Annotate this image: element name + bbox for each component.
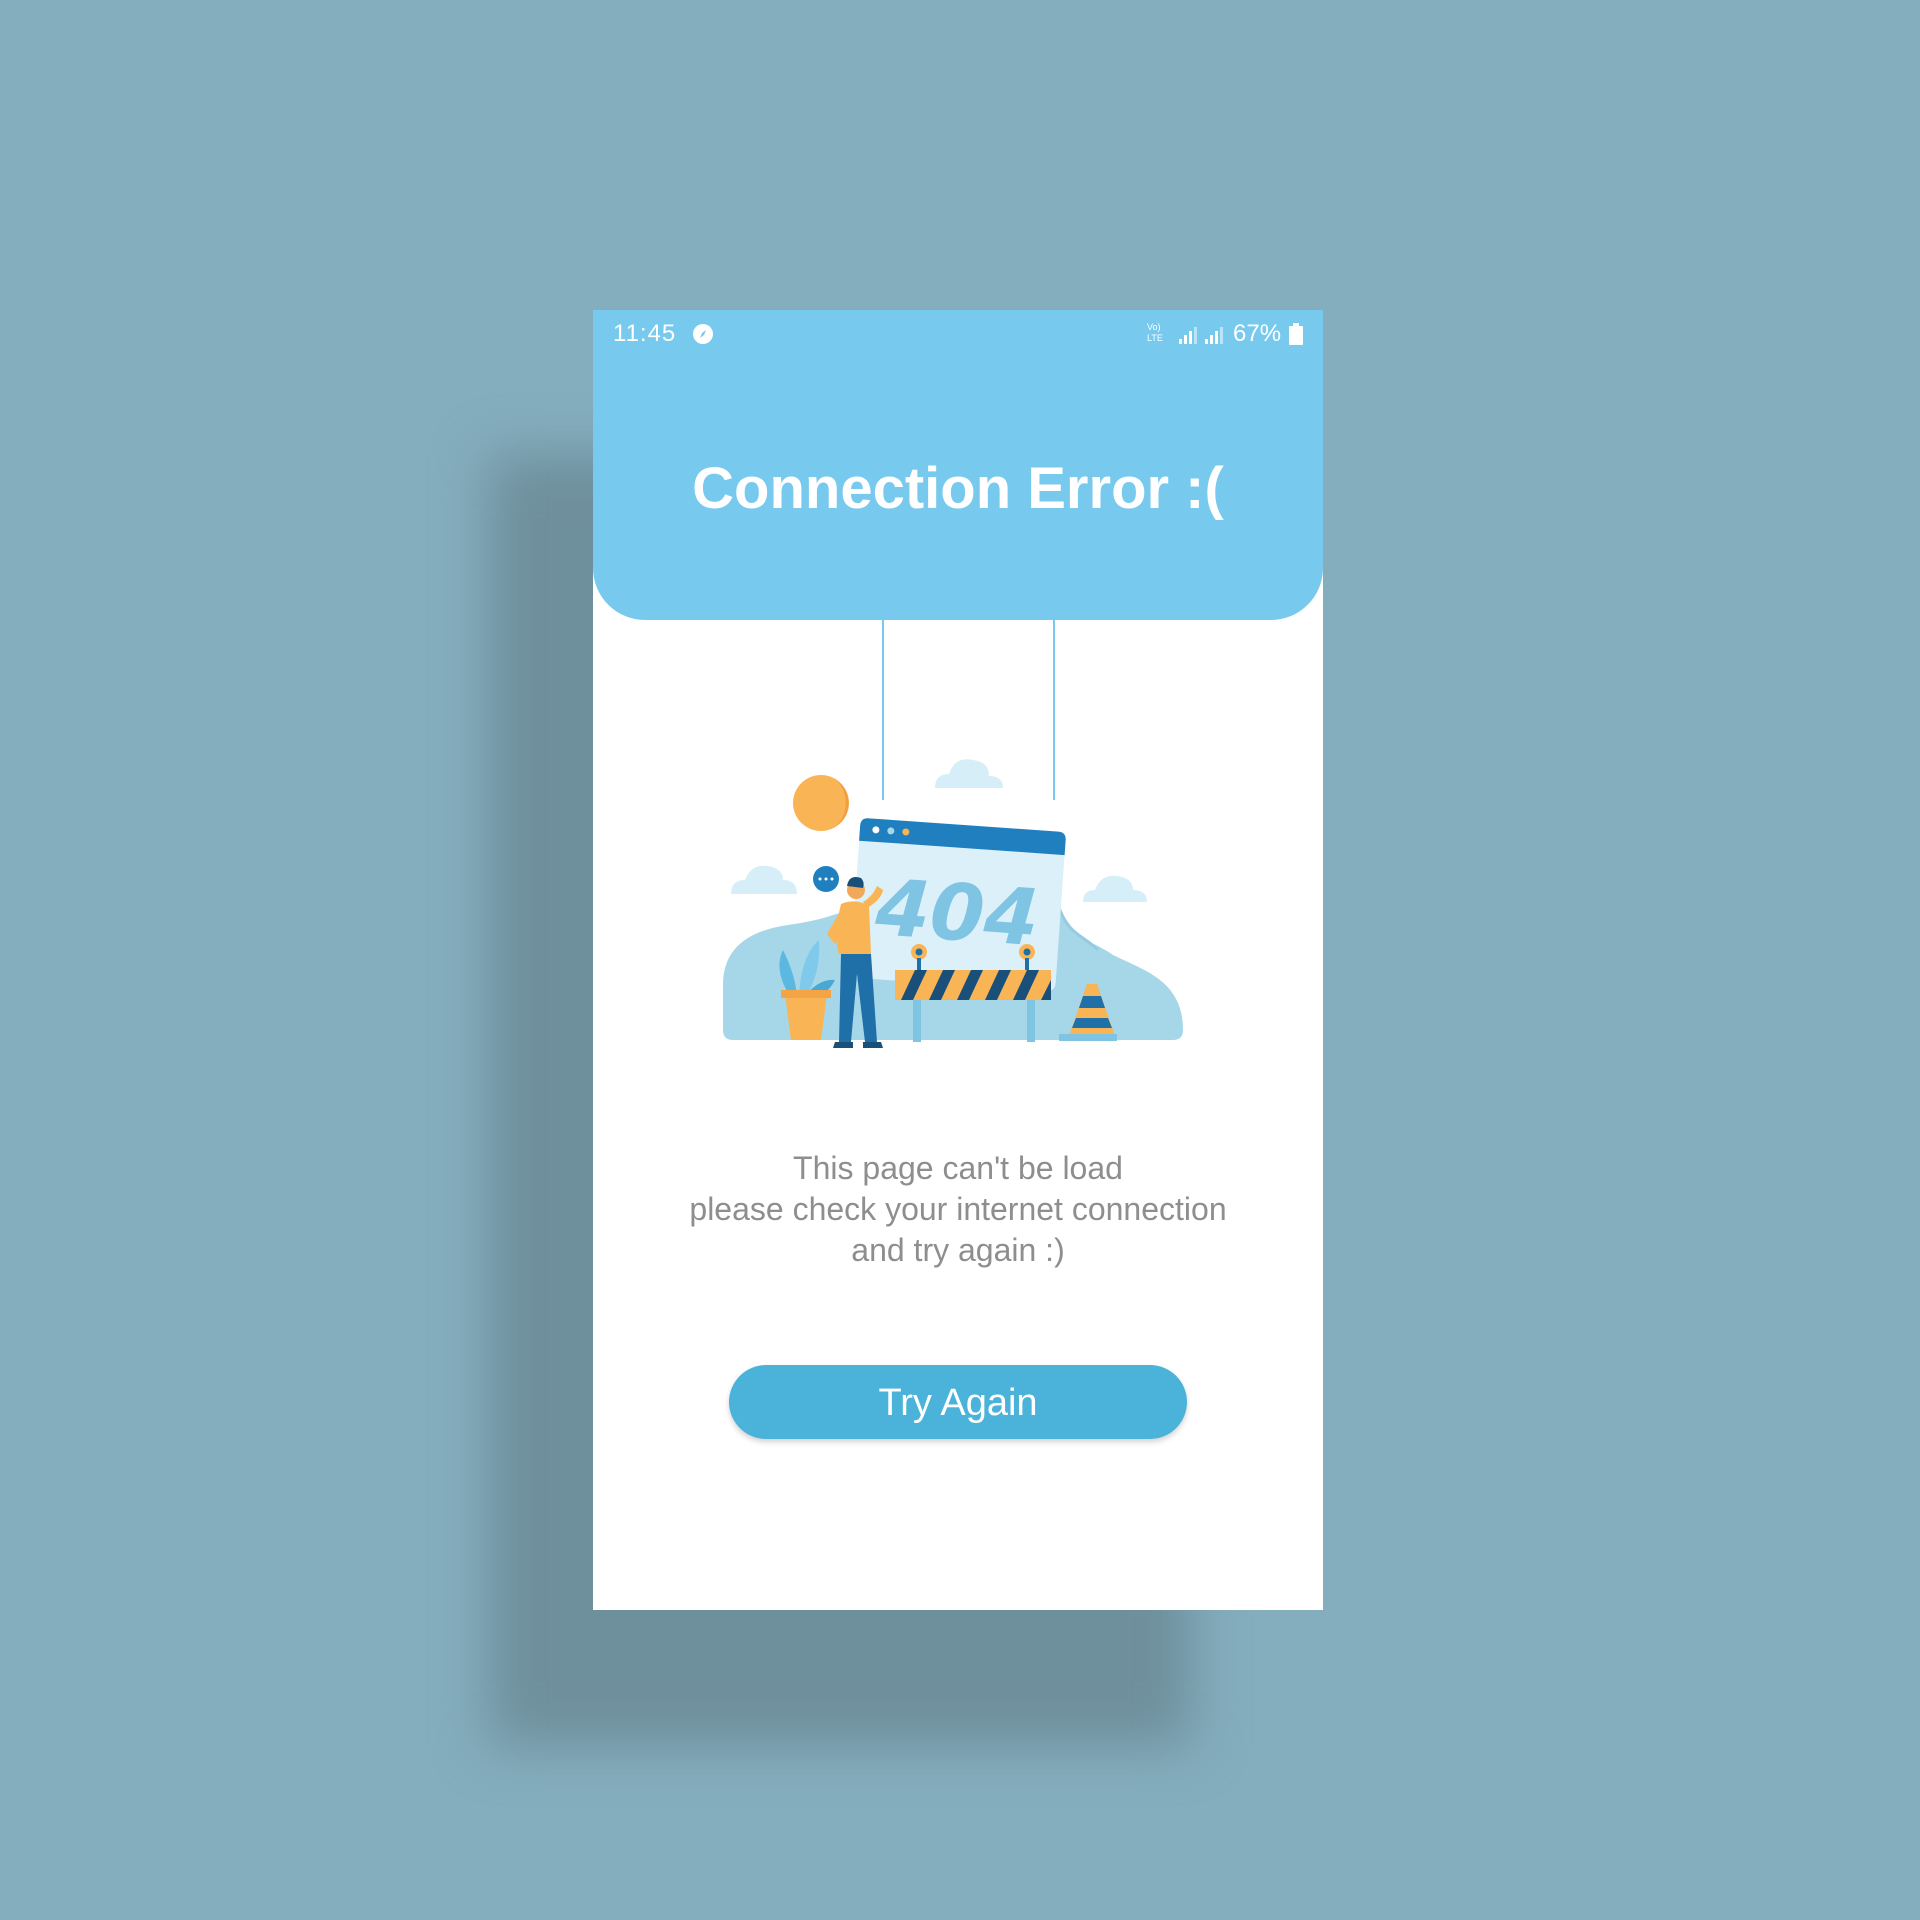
message-line: and try again :) bbox=[851, 1232, 1065, 1268]
error-code-text: 404 bbox=[872, 863, 1042, 964]
cloud-icon bbox=[731, 865, 797, 894]
status-bar: 11:45 Vo) LTE 67% bbox=[593, 310, 1323, 356]
try-again-button[interactable]: Try Again bbox=[729, 1365, 1187, 1439]
error-message: This page can't be load please check you… bbox=[593, 1148, 1323, 1271]
cloud-icon bbox=[1083, 875, 1147, 902]
status-time: 11:45 bbox=[613, 320, 677, 347]
svg-text:LTE: LTE bbox=[1147, 333, 1163, 343]
phone-screen: 11:45 Vo) LTE 67% Connection Error:(40… bbox=[593, 310, 1323, 1610]
compass-icon bbox=[692, 323, 714, 352]
header: 11:45 Vo) LTE 67% Connection Error:( bbox=[593, 310, 1323, 620]
battery-icon bbox=[1289, 323, 1303, 352]
signal-icon bbox=[1178, 324, 1200, 352]
browser-window-icon: 404 bbox=[850, 818, 1066, 992]
page-title: Connection Error :( bbox=[692, 456, 1224, 521]
signal-icon bbox=[1204, 324, 1226, 352]
cloud-icon bbox=[935, 759, 1003, 788]
message-line: please check your internet connection bbox=[689, 1191, 1227, 1227]
speech-bubble-icon bbox=[813, 866, 839, 892]
svg-text:Vo): Vo) bbox=[1147, 322, 1161, 332]
volte-icon: Vo) LTE bbox=[1145, 320, 1169, 351]
sun-icon bbox=[793, 775, 849, 831]
battery-percent: 67% bbox=[1233, 320, 1282, 347]
error-illustration: 404 bbox=[723, 730, 1193, 1065]
message-line: This page can't be load bbox=[793, 1150, 1123, 1186]
